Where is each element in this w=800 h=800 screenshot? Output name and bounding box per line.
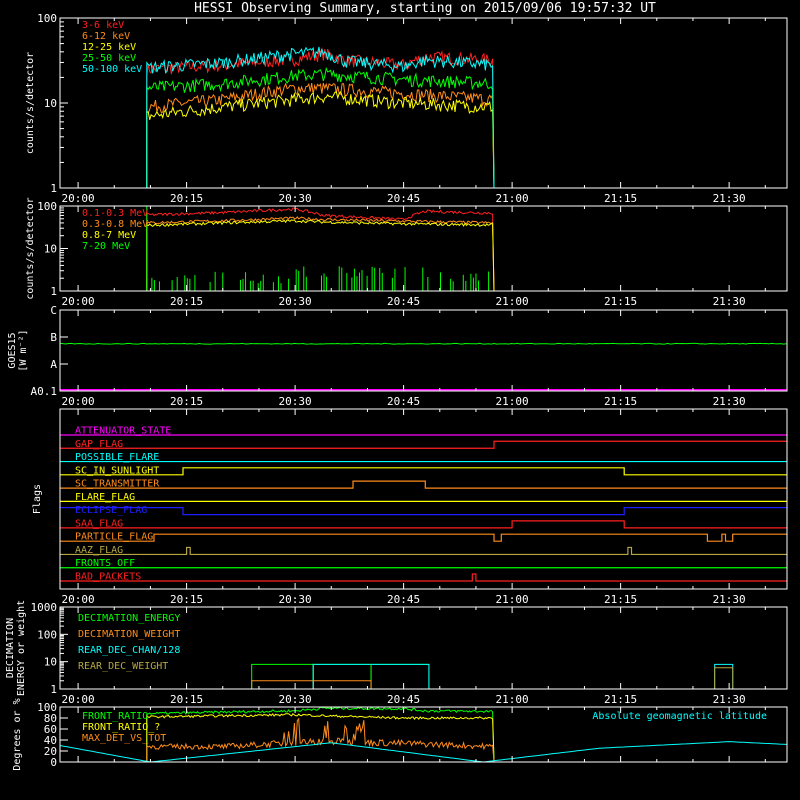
low-energy-xtick-label: 20:15 (170, 192, 203, 205)
flags-xtick-label: 20:15 (170, 593, 203, 606)
flags-flag-9-label: AAZ_FLAG (75, 545, 123, 556)
goes-ylabel: GOES15 (7, 332, 18, 368)
low-energy-xtick-label: 20:30 (279, 192, 312, 205)
flags-flag-10-label: FRONTS_OFF (75, 558, 135, 569)
low-energy-legend-0: 3-6 keV (82, 20, 124, 31)
high-energy-xtick-label: 21:00 (496, 295, 529, 308)
goes-xtick-label: 21:00 (496, 395, 529, 408)
decimation-legend-1: DECIMATION_WEIGHT (78, 629, 180, 640)
high-energy-xtick-label: 21:30 (713, 295, 746, 308)
low-energy-ytick-label: 1 (50, 182, 57, 195)
goes-ylabel2: [W m⁻²] (18, 329, 29, 371)
decimation-ylabel2: ENERGY or weight (16, 600, 27, 696)
high-energy-legend-0: 0.1-0.3 MeV (82, 208, 148, 219)
flags-xtick-label: 21:30 (713, 593, 746, 606)
high-energy-ylabel: counts/s/detector (25, 197, 36, 299)
goes-ytick-label: A (50, 358, 57, 371)
ratios-annotation: Absolute geomagnetic latitude (592, 711, 767, 722)
flags-flag-8-label: PARTICLE_FLAG (75, 532, 153, 543)
high-energy-xtick-label: 20:00 (62, 295, 95, 308)
flags-flag-5-label: FLARE_FLAG (75, 492, 135, 503)
flags-xtick-label: 20:00 (62, 593, 95, 606)
low-energy-ylabel: counts/s/detector (25, 52, 36, 154)
low-energy-xtick-label: 21:00 (496, 192, 529, 205)
high-energy-legend-2: 0.8-7 MeV (82, 230, 136, 241)
decimation-xtick-label: 20:30 (279, 693, 312, 706)
goes-xtick-label: 21:30 (713, 395, 746, 408)
low-energy-ytick-label: 100 (37, 12, 57, 25)
high-energy-xtick-label: 20:45 (387, 295, 420, 308)
low-energy-legend-3: 25-50 keV (82, 53, 136, 64)
decimation-xtick-label: 20:00 (62, 693, 95, 706)
ratios-legend-2: MAX_DET_VS_TOT (82, 733, 166, 744)
low-energy-legend-2: 12-25 keV (82, 42, 136, 53)
flags-xtick-label: 20:45 (387, 593, 420, 606)
ratios-legend-1: FRONT_RATIO_? (82, 722, 160, 733)
goes-xtick-label: 20:45 (387, 395, 420, 408)
decimation-legend-2: REAR_DEC_CHAN/128 (78, 645, 180, 656)
flags-xtick-label: 20:30 (279, 593, 312, 606)
decimation-legend-3: REAR_DEC_WEIGHT (78, 661, 168, 672)
goes-ytick-label: C (50, 304, 57, 317)
high-energy-xtick-label: 20:15 (170, 295, 203, 308)
flags-flag-3-label: SC_IN_SUNLIGHT (75, 465, 159, 476)
decimation-ylabel: DECIMATION (5, 618, 16, 678)
decimation-xtick-label: 20:45 (387, 693, 420, 706)
decimation-ytick-label: 1000 (31, 601, 58, 614)
decimation-xtick-label: 21:15 (604, 693, 637, 706)
low-energy-legend-1: 6-12 keV (82, 31, 130, 42)
ratios-legend-0: FRONT_RATIO (82, 711, 148, 722)
flags-flag-0-label: ATTENUATOR_STATE (75, 426, 171, 437)
decimation-xtick-label: 21:00 (496, 693, 529, 706)
flags-flag-4-label: SC_TRANSMITTER (75, 479, 160, 490)
decimation-ytick-label: 100 (37, 628, 57, 641)
flags-flag-7-label: SAA_FLAG (75, 518, 123, 529)
low-energy-legend-4: 50-100 keV (82, 64, 142, 75)
goes-xtick-label: 20:15 (170, 395, 203, 408)
low-energy-xtick-label: 21:30 (713, 192, 746, 205)
flags-flag-11-label: BAD_PACKETS (75, 572, 141, 583)
ratios-ylabel: Degrees or % (12, 698, 23, 770)
goes-xtick-label: 20:00 (62, 395, 95, 408)
goes-ytick-label: B (50, 331, 57, 344)
low-energy-ytick-label: 10 (44, 97, 57, 110)
low-energy-xtick-label: 21:15 (604, 192, 637, 205)
high-energy-ytick-label: 100 (37, 200, 57, 213)
goes-xtick-label: 20:30 (279, 395, 312, 408)
decimation-ytick-label: 1 (50, 683, 57, 696)
flags-xtick-label: 21:15 (604, 593, 637, 606)
high-energy-ytick-label: 10 (44, 243, 57, 256)
flags-flag-6-label: ECLIPSE_FLAG (75, 505, 147, 516)
goes-ytick-label: A0.1 (31, 385, 58, 398)
high-energy-xtick-label: 21:15 (604, 295, 637, 308)
high-energy-legend-1: 0.3-0.8 MeV (82, 219, 148, 230)
low-energy-xtick-label: 20:45 (387, 192, 420, 205)
ratios-ytick-label: 100 (37, 701, 57, 714)
flags-flag-2-label: POSSIBLE_FLARE (75, 452, 159, 463)
flags-ylabel: Flags (32, 484, 43, 514)
flags-xtick-label: 21:00 (496, 593, 529, 606)
high-energy-xtick-label: 20:30 (279, 295, 312, 308)
low-energy-xtick-label: 20:00 (62, 192, 95, 205)
goes-xtick-label: 21:15 (604, 395, 637, 408)
high-energy-legend-3: 7-20 MeV (82, 241, 130, 252)
decimation-xtick-label: 21:30 (713, 693, 746, 706)
decimation-ytick-label: 10 (44, 656, 57, 669)
chart-title: HESSI Observing Summary, starting on 201… (194, 1, 656, 16)
decimation-legend-0: DECIMATION_ENERGY (78, 613, 180, 624)
decimation-xtick-label: 20:15 (170, 693, 203, 706)
flags-flag-1-label: GAP_FLAG (75, 439, 123, 450)
high-energy-ytick-label: 1 (50, 285, 57, 298)
hessi-summary-plot: HESSI Observing Summary, starting on 201… (0, 0, 800, 800)
